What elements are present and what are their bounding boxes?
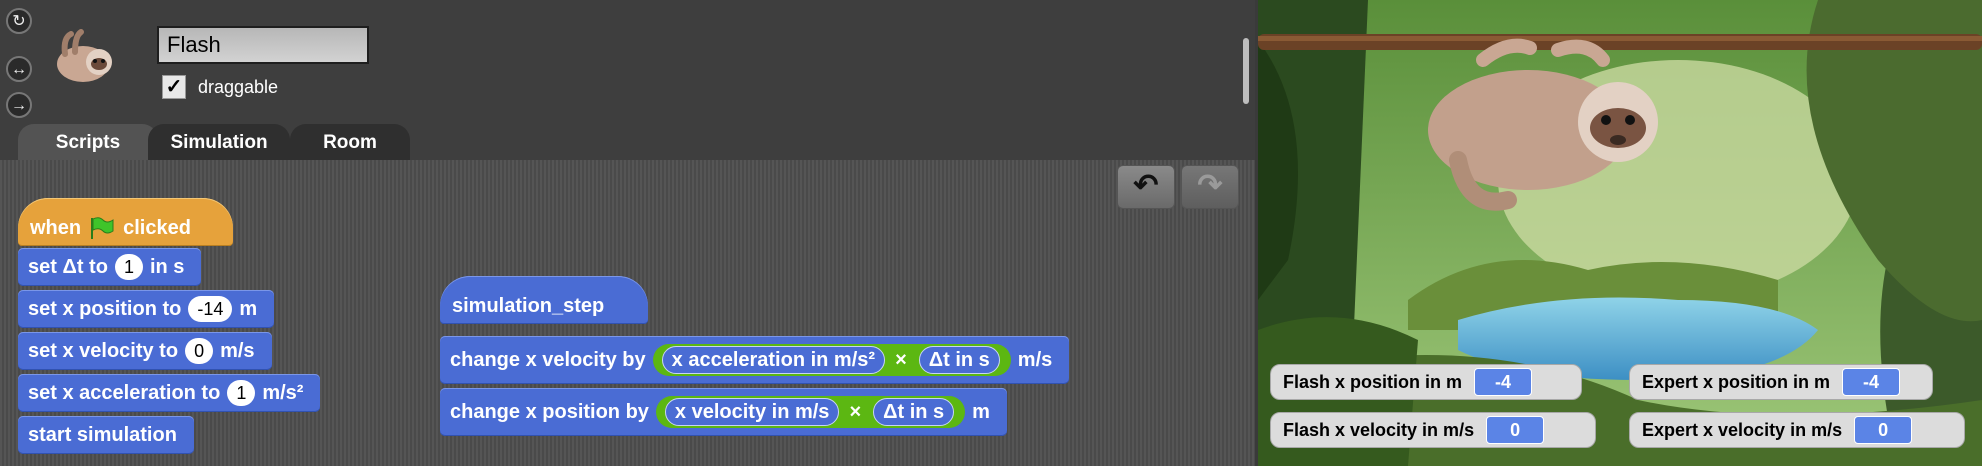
simulation-step-hat-block[interactable]: simulation_step: [440, 276, 648, 324]
watcher-label: Flash x velocity in m/s: [1283, 419, 1475, 440]
watcher-value: -4: [1842, 368, 1901, 396]
start-simulation-block[interactable]: start simulation: [18, 416, 194, 454]
dt-reporter[interactable]: Δt in s: [873, 398, 955, 426]
set-x-acceleration-block[interactable]: set x acceleration to 1 m/s²: [18, 374, 321, 412]
expert-x-velocity-watcher[interactable]: Expert x velocity in m/s 0: [1629, 412, 1965, 448]
block-label: set x position to: [28, 298, 182, 320]
x-acceleration-reporter[interactable]: x acceleration in m/s²: [661, 346, 886, 374]
block-unit: m: [972, 401, 990, 423]
watcher-value: 0: [1854, 416, 1913, 444]
rotation-flip-icon[interactable]: ↔: [6, 56, 32, 82]
sprite-header: ↻ ↔ → Flash ✓ draggable Scripts Simulati…: [0, 0, 1255, 160]
block-unit: m/s²: [262, 382, 304, 404]
change-x-position-block[interactable]: change x position by x velocity in m/s ×…: [440, 388, 1007, 436]
dt-reporter[interactable]: Δt in s: [918, 346, 1000, 374]
stage[interactable]: Flash x position in m -4 Expert x positi…: [1258, 0, 1982, 466]
x-velocity-value-input[interactable]: 0: [185, 338, 214, 364]
scripts-area[interactable]: ↶ ↷ when clicked set Δt to 1 in s set x …: [0, 160, 1255, 466]
block-label: change x position by: [450, 401, 649, 423]
block-label: set Δt to: [28, 256, 108, 278]
set-dt-block[interactable]: set Δt to 1 in s: [18, 248, 202, 286]
block-unit: in s: [149, 256, 185, 278]
draggable-label: draggable: [198, 77, 279, 97]
rotation-none-icon[interactable]: →: [6, 92, 32, 118]
tab-simulation[interactable]: Simulation: [148, 124, 290, 160]
set-x-velocity-block[interactable]: set x velocity to 0 m/s: [18, 332, 272, 370]
x-position-value-input[interactable]: -14: [188, 296, 233, 322]
block-label: set x velocity to: [28, 340, 179, 362]
expert-x-position-watcher[interactable]: Expert x position in m -4: [1629, 364, 1933, 400]
multiply-reporter[interactable]: x acceleration in m/s² × Δt in s: [652, 344, 1011, 376]
when-flag-clicked-block[interactable]: when clicked: [18, 198, 233, 246]
green-flag-icon: [89, 216, 115, 240]
watcher-value: 0: [1486, 416, 1545, 444]
block-label: change x velocity by: [450, 349, 646, 371]
block-unit: m/s: [1017, 349, 1053, 371]
flash-x-velocity-watcher[interactable]: Flash x velocity in m/s 0: [1270, 412, 1596, 448]
rotation-any-icon[interactable]: ↻: [6, 8, 32, 34]
tab-room[interactable]: Room: [290, 124, 410, 160]
sloth-icon: [57, 29, 112, 82]
watcher-label: Expert x velocity in m/s: [1642, 419, 1843, 440]
watcher-label: Expert x position in m: [1642, 371, 1831, 392]
sprite-name-input[interactable]: Flash: [157, 26, 369, 64]
undo-icon[interactable]: ↶: [1117, 165, 1175, 209]
draggable-checkbox[interactable]: ✓: [162, 75, 186, 99]
hat-label: simulation_step: [452, 294, 605, 317]
hat-when-label: when: [30, 216, 82, 239]
block-label: set x acceleration to: [28, 382, 221, 404]
x-acceleration-value-input[interactable]: 1: [227, 380, 256, 406]
block-unit: m/s: [220, 340, 255, 362]
snap-ide: ↻ ↔ → Flash ✓ draggable Scripts Simulati…: [0, 0, 1982, 466]
multiply-reporter[interactable]: x velocity in m/s × Δt in s: [655, 396, 966, 428]
multiply-symbol: ×: [895, 349, 907, 371]
tab-scripts[interactable]: Scripts: [18, 124, 158, 160]
x-velocity-reporter[interactable]: x velocity in m/s: [664, 398, 840, 426]
header-scrollbar[interactable]: [1243, 38, 1249, 104]
multiply-symbol: ×: [849, 401, 862, 423]
block-label: start simulation: [28, 424, 177, 446]
block-unit: m: [239, 298, 258, 320]
watcher-label: Flash x position in m: [1283, 371, 1463, 392]
flash-x-position-watcher[interactable]: Flash x position in m -4: [1270, 364, 1582, 400]
dt-value-input[interactable]: 1: [114, 254, 143, 280]
hat-clicked-label: clicked: [123, 216, 191, 239]
watcher-value: -4: [1474, 368, 1533, 396]
change-x-velocity-block[interactable]: change x velocity by x acceleration in m…: [440, 336, 1070, 384]
sprite-editor: ↻ ↔ → Flash ✓ draggable Scripts Simulati…: [0, 0, 1255, 466]
set-x-position-block[interactable]: set x position to -14 m: [18, 290, 275, 328]
redo-icon[interactable]: ↷: [1181, 165, 1239, 209]
